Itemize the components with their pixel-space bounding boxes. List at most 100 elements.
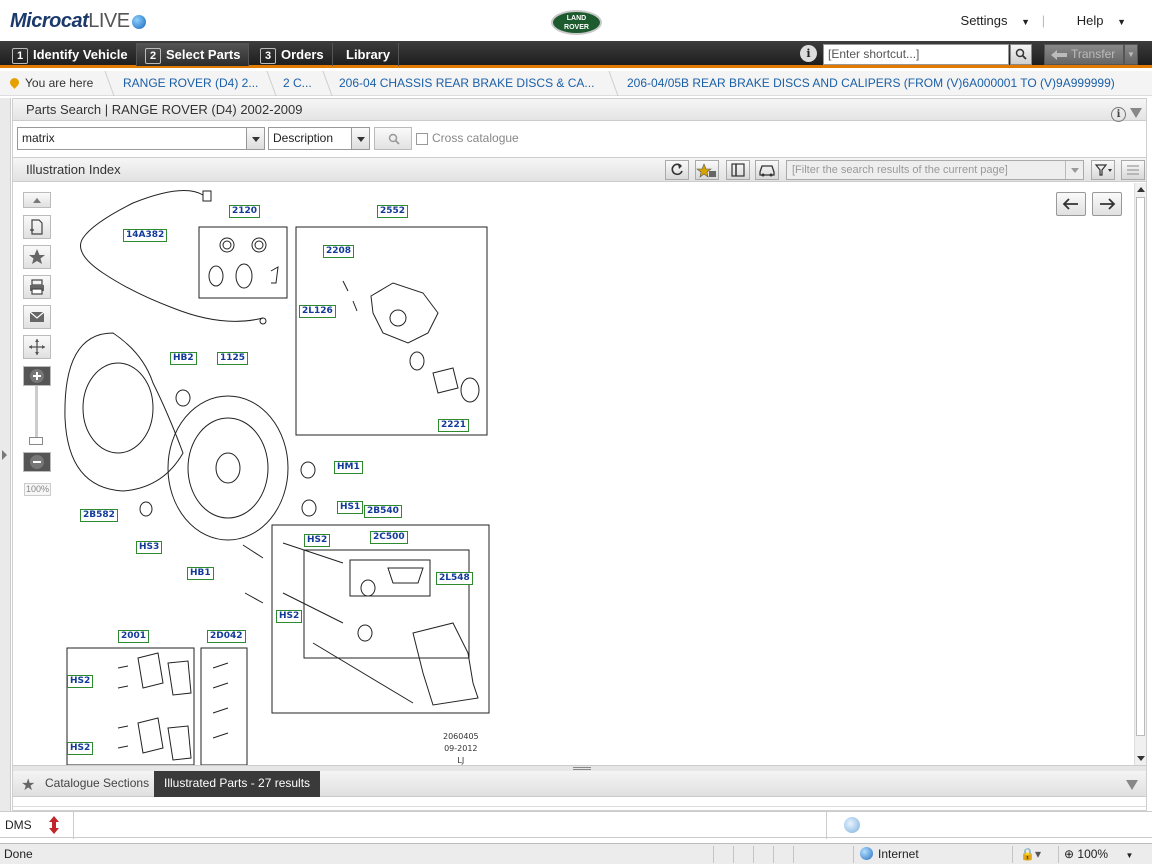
tab-label: Orders <box>281 47 324 62</box>
browser-zoom[interactable]: ⊕ 100% ▼ <box>1064 844 1133 864</box>
vertical-scrollbar[interactable] <box>1134 183 1146 765</box>
filter-input[interactable]: [Filter the search results of the curren… <box>786 160 1084 180</box>
app-header: MicrocatLIVE LAND ROVER Settings ▼ | Hel… <box>0 0 1152 42</box>
logo-live-text: LIVE <box>88 10 130 32</box>
dms-status-icon[interactable] <box>844 817 860 833</box>
part-callout[interactable]: 2B582 <box>80 509 118 522</box>
splitter-grip-icon[interactable] <box>573 767 591 770</box>
part-callout[interactable]: 2D042 <box>207 630 246 643</box>
chevron-down-icon: ▼ <box>1125 851 1134 860</box>
scroll-thumb[interactable] <box>1136 197 1145 736</box>
shortcut-input[interactable]: [Enter shortcut...] <box>823 44 1009 65</box>
transfer-icon <box>1051 50 1067 60</box>
search-field-select[interactable]: Description <box>268 127 352 150</box>
part-callout[interactable]: 2221 <box>438 419 470 432</box>
protected-mode-icon[interactable]: 🔒▾ <box>1020 844 1041 864</box>
filter-dropdown[interactable] <box>1065 161 1083 179</box>
favourite-button[interactable] <box>23 245 51 269</box>
layout-toggle-button[interactable] <box>726 160 750 180</box>
transfer-button[interactable]: Transfer <box>1044 44 1124 65</box>
chevron-down-icon: ▼ <box>1117 17 1126 27</box>
search-button[interactable] <box>374 127 412 150</box>
zoom-out-button[interactable] <box>23 452 51 472</box>
scroll-up-button[interactable] <box>23 192 51 208</box>
transfer-dropdown[interactable]: ▼ <box>1124 44 1138 65</box>
pan-button[interactable] <box>23 335 51 359</box>
part-callout[interactable]: 1125 <box>217 352 249 365</box>
tab-number: 3 <box>260 48 276 64</box>
part-callout[interactable]: 2L126 <box>299 305 336 318</box>
collapse-panel-icon[interactable] <box>1130 108 1142 118</box>
previous-illustration-button[interactable] <box>1056 192 1086 216</box>
part-callout[interactable]: 2552 <box>377 205 409 218</box>
logo-text: Microcat <box>10 10 89 32</box>
cross-catalogue-label: Cross catalogue <box>432 131 519 145</box>
shortcut-search-button[interactable] <box>1010 44 1032 65</box>
settings-menu[interactable]: Settings ▼ <box>951 13 1031 28</box>
part-callout[interactable]: HB2 <box>170 352 197 365</box>
breadcrumb-item-group[interactable]: 2 C... <box>283 71 312 96</box>
next-illustration-button[interactable] <box>1092 192 1122 216</box>
zoom-slider-thumb[interactable] <box>29 437 43 445</box>
tab-number: 1 <box>12 48 28 64</box>
search-field-dropdown[interactable] <box>351 127 370 150</box>
cross-catalogue-checkbox[interactable] <box>416 133 428 145</box>
tab-select-parts[interactable]: 2 Select Parts <box>137 43 250 66</box>
search-row: matrix Description Cross catalogue <box>13 122 1146 156</box>
breadcrumb-item-vehicle[interactable]: RANGE ROVER (D4) 2... <box>123 71 258 96</box>
triangle-up-icon <box>33 198 41 203</box>
part-callout[interactable]: 14A382 <box>123 229 168 242</box>
dms-sync-icon[interactable] <box>48 815 60 835</box>
part-callout[interactable]: HS2 <box>67 742 94 755</box>
stamp-line: LJ <box>457 756 465 765</box>
part-callout[interactable]: HS2 <box>304 534 331 547</box>
part-callout[interactable]: HS1 <box>337 501 364 514</box>
tab-identify-vehicle[interactable]: 1 Identify Vehicle <box>4 43 137 66</box>
search-history-dropdown[interactable] <box>246 127 265 150</box>
globe-icon <box>860 847 873 860</box>
divider <box>793 846 794 863</box>
move-arrows-icon <box>29 339 45 355</box>
info-icon[interactable]: i <box>800 45 817 62</box>
top-right-menu: Settings ▼ | Help ▼ <box>941 13 1126 28</box>
vehicle-button[interactable] <box>755 160 779 180</box>
breadcrumb-item-section[interactable]: 206-04 CHASSIS REAR BRAKE DISCS & CA... <box>339 71 594 96</box>
zoom-slider-track[interactable] <box>35 386 38 444</box>
scroll-up-icon[interactable] <box>1137 187 1145 192</box>
tab-illustrated-parts[interactable]: Illustrated Parts - 27 results <box>154 771 321 797</box>
favourites-button[interactable] <box>695 160 719 180</box>
info-icon[interactable]: i <box>1111 107 1126 122</box>
new-page-button[interactable] <box>23 215 51 239</box>
scroll-down-icon[interactable] <box>1137 756 1145 761</box>
expand-panel-icon[interactable] <box>1126 780 1138 790</box>
refresh-button[interactable] <box>665 160 689 180</box>
email-button[interactable] <box>23 305 51 329</box>
part-callout[interactable]: 2120 <box>229 205 261 218</box>
part-callout[interactable]: 2L548 <box>436 572 473 585</box>
tab-library[interactable]: Library <box>338 43 400 66</box>
filter-options-button[interactable] <box>1091 160 1115 180</box>
part-callout[interactable]: 2208 <box>323 245 355 258</box>
print-button[interactable] <box>23 275 51 299</box>
zoom-in-button[interactable] <box>23 366 51 386</box>
illustration-canvas[interactable]: 14A382 2120 2552 2208 2L126 2221 HB2 112… <box>13 183 1133 765</box>
results-panel <box>13 797 1146 807</box>
tab-orders[interactable]: 3 Orders <box>252 43 333 66</box>
left-collapse-strip[interactable] <box>0 98 11 811</box>
part-callout[interactable]: HS2 <box>67 675 94 688</box>
part-callout[interactable]: 2001 <box>118 630 150 643</box>
part-callout[interactable]: HB1 <box>187 567 214 580</box>
part-callout[interactable]: HM1 <box>334 461 363 474</box>
list-view-button[interactable] <box>1121 160 1145 180</box>
part-callout[interactable]: HS3 <box>136 541 163 554</box>
search-input[interactable]: matrix <box>17 127 247 150</box>
breadcrumb-item-illustration[interactable]: 206-04/05B REAR BRAKE DISCS AND CALIPERS… <box>627 71 1115 96</box>
tab-catalogue-sections[interactable]: ★ Catalogue Sections <box>13 771 161 797</box>
part-callout[interactable]: 2B540 <box>364 505 402 518</box>
tab-label: Illustrated Parts - 27 results <box>164 776 311 790</box>
panel-header-icons: i <box>1111 102 1142 124</box>
part-callout[interactable]: HS2 <box>276 610 303 623</box>
plus-icon <box>30 369 44 383</box>
part-callout[interactable]: 2C500 <box>370 531 408 544</box>
help-menu[interactable]: Help ▼ <box>1067 13 1126 28</box>
